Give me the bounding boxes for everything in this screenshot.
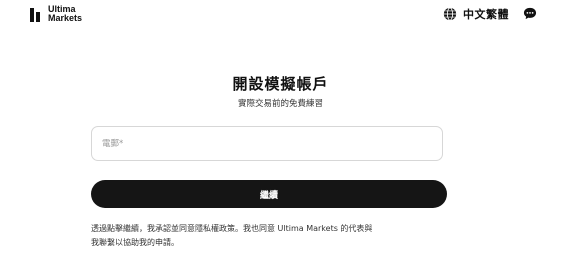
page: Ultima Markets 中文繁體 開設模擬帳戶 實際交易前的免費練習 繼續…: [0, 0, 561, 263]
language-label: 中文繁體: [463, 8, 509, 21]
email-field[interactable]: [91, 126, 443, 161]
chat-bubble-icon[interactable]: [523, 7, 537, 20]
logo-mark-icon: [30, 6, 43, 23]
page-title: 開設模擬帳戶: [232, 75, 329, 93]
disclaimer-line-2: 我聯繫以協助我的申請。: [91, 238, 179, 247]
consent-disclaimer: 透過點擊繼續，我承認並同意隱私權政策。我也同意 Ultima Markets 的…: [91, 222, 461, 250]
logo-text: Ultima Markets: [48, 5, 82, 23]
continue-button[interactable]: 繼續: [91, 180, 447, 208]
disclaimer-line-1: 透過點擊繼續，我承認並同意隱私權政策。我也同意 Ultima Markets 的…: [91, 224, 373, 233]
brand-logo[interactable]: Ultima Markets: [30, 5, 82, 23]
language-selector[interactable]: 中文繁體: [443, 6, 509, 22]
globe-icon: [443, 7, 457, 21]
logo-text-line2: Markets: [48, 13, 83, 23]
page-subtitle: 實際交易前的免費練習: [237, 99, 323, 109]
